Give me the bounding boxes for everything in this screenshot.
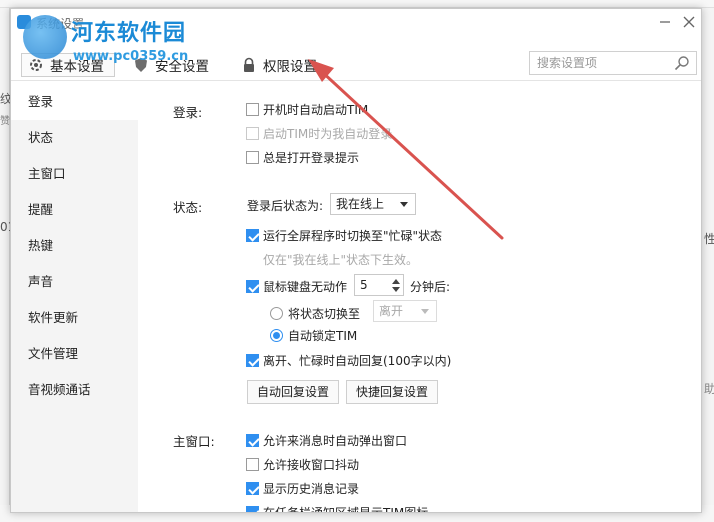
switch-status-dropdown: 离开 [373,300,437,322]
fullscreen-busy-option[interactable]: 运行全屏程序时切换至"忙碌"状态 [246,227,442,244]
sidebar-item-file-management[interactable]: 文件管理 [11,336,138,372]
auto-login-checkbox [246,127,259,140]
search-icon[interactable] [674,55,690,71]
chevron-up-icon[interactable] [392,279,400,284]
show-login-tip-checkbox[interactable] [246,151,259,164]
option-label: 开机时自动启动TIM [263,103,369,117]
fullscreen-busy-checkbox[interactable] [246,229,259,242]
settings-sidebar: 登录 状态 主窗口 提醒 热键 声音 软件更新 文件管理 音视频通话 [11,84,138,512]
tab-basic-settings[interactable]: 基本设置 [21,53,115,77]
settings-tabs: 基本设置 安全设置 权限设置 [11,47,701,81]
auto-reply-option[interactable]: 离开、忙碌时自动回复(100字以内) [246,352,451,369]
popup-on-message-option[interactable]: 允许来消息时自动弹出窗口 [246,432,407,449]
auto-lock-radio[interactable] [270,329,283,342]
chevron-down-icon[interactable] [392,287,400,292]
app-icon [17,15,31,29]
close-icon [683,16,695,28]
background-app-header [0,0,714,8]
option-label: 将状态切换至 [288,307,361,321]
chevron-down-icon [400,202,408,207]
show-history-checkbox[interactable] [246,482,259,495]
minimize-icon [660,21,670,23]
tray-icon-option[interactable]: 在任务栏通知区域显示TIM图标 [246,504,429,513]
stepper-arrows [389,275,403,295]
sidebar-item-login[interactable]: 登录 [11,84,138,120]
tray-icon-checkbox[interactable] [246,506,259,512]
option-label: 显示历史消息记录 [263,482,360,496]
background-glyph: 助 [704,382,714,396]
idle-option[interactable]: 鼠标键盘无动作 [246,278,347,295]
gear-icon [30,59,42,71]
settings-search[interactable] [529,51,697,75]
after-login-status-label: 登录后状态为: [247,199,324,213]
option-label: 鼠标键盘无动作 [263,280,348,294]
option-label: 总是打开登录提示 [263,151,360,165]
auto-lock-option[interactable]: 自动锁定TIM [270,327,357,344]
title-bar: 系统设置 [11,9,701,39]
after-login-status-dropdown[interactable]: 我在线上 [330,193,416,215]
sidebar-item-hotkeys[interactable]: 热键 [11,228,138,264]
settings-content: 登录: 开机时自动启动TIM 启动TIM时为我自动登录 总是打开登录提示 状态:… [138,84,701,513]
lock-icon [244,57,254,72]
window-title: 系统设置 [36,17,85,31]
minimize-button[interactable] [654,13,676,35]
option-label: 允许来消息时自动弹出窗口 [263,434,408,448]
shield-icon [135,58,147,72]
idle-checkbox[interactable] [246,280,259,293]
background-app-right: 性 助 [701,8,714,505]
section-label-status: 状态: [173,200,203,215]
background-glyph: 赞 [0,116,10,127]
dropdown-value: 离开 [379,304,404,318]
sidebar-item-main-window[interactable]: 主窗口 [11,156,138,192]
sidebar-item-reminders[interactable]: 提醒 [11,192,138,228]
option-label: 运行全屏程序时切换至"忙碌"状态 [263,229,443,243]
quick-reply-settings-button[interactable]: 快捷回复设置 [346,380,438,404]
option-label: 允许接收窗口抖动 [263,458,360,472]
auto-reply-checkbox[interactable] [246,354,259,367]
search-input[interactable] [530,52,670,74]
sidebar-item-sound[interactable]: 声音 [11,264,138,300]
show-history-option[interactable]: 显示历史消息记录 [246,480,359,497]
sidebar-item-av-call[interactable]: 音视频通话 [11,372,138,408]
tab-label: 基本设置 [50,59,104,75]
sidebar-item-status[interactable]: 状态 [11,120,138,156]
close-button[interactable] [678,13,700,35]
show-login-tip-option[interactable]: 总是打开登录提示 [246,149,359,166]
allow-shake-option[interactable]: 允许接收窗口抖动 [246,456,359,473]
option-label: 在任务栏通知区域显示TIM图标 [263,506,429,513]
idle-minutes-stepper[interactable]: 5 [354,274,404,296]
settings-window: 系统设置 基本设置 安全设置 权限设置 登录 状态 主窗口 提醒 热键 [10,8,702,513]
fullscreen-busy-note: 仅在"我在线上"状态下生效。 [263,253,419,267]
switch-status-option[interactable]: 将状态切换至 [270,305,360,322]
auto-start-option[interactable]: 开机时自动启动TIM [246,101,368,118]
tab-label: 权限设置 [263,59,317,75]
section-label-login: 登录: [173,105,203,120]
background-glyph: 性 [704,232,714,246]
auto-reply-settings-button[interactable]: 自动回复设置 [247,380,339,404]
switch-status-radio[interactable] [270,307,283,320]
popup-on-message-checkbox[interactable] [246,434,259,447]
option-label: 自动锁定TIM [288,329,358,343]
chevron-down-icon [421,309,429,314]
tab-label: 安全设置 [155,59,209,75]
stepper-value: 5 [360,278,368,292]
tab-permission-settings[interactable]: 权限设置 [241,53,317,77]
background-app-left: 纹 赞 01 [0,8,15,505]
tab-security-settings[interactable]: 安全设置 [133,53,209,77]
option-label: 启动TIM时为我自动登录 [263,127,393,141]
allow-shake-checkbox[interactable] [246,458,259,471]
idle-suffix-label: 分钟后: [410,280,451,294]
auto-start-checkbox[interactable] [246,103,259,116]
auto-login-option: 启动TIM时为我自动登录 [246,125,392,142]
section-label-main-window: 主窗口: [173,434,215,449]
dropdown-value: 我在线上 [336,197,385,211]
sidebar-item-software-update[interactable]: 软件更新 [11,300,138,336]
option-label: 离开、忙碌时自动回复(100字以内) [263,354,452,368]
